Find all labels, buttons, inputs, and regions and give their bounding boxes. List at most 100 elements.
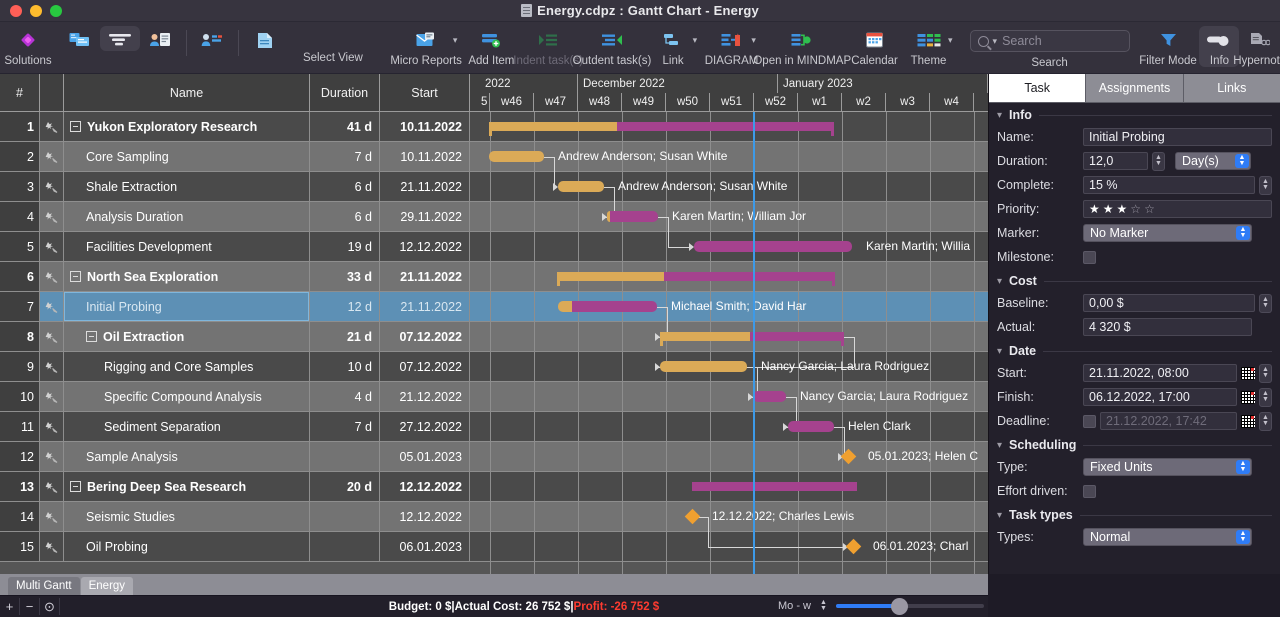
row-name[interactable]: Facilities Development <box>64 232 310 261</box>
gantt-task-bar[interactable] <box>753 391 786 402</box>
row-duration[interactable] <box>310 532 380 561</box>
toolbar-theme[interactable]: Theme ▾ <box>909 26 949 67</box>
expander-icon[interactable] <box>70 271 81 282</box>
name-field[interactable]: Initial Probing <box>1083 128 1272 146</box>
duration-field[interactable]: 12,0 <box>1083 152 1148 170</box>
section-date[interactable]: ▾ Date <box>989 339 1280 361</box>
row-start[interactable]: 06.01.2023 <box>380 532 470 561</box>
row-name[interactable]: North Sea Exploration <box>64 262 310 291</box>
expander-icon[interactable] <box>86 331 97 342</box>
start-stepper[interactable]: ▲▼ <box>1259 364 1272 383</box>
row-name[interactable]: Bering Deep Sea Research <box>64 472 310 501</box>
row-type-icon[interactable] <box>40 202 64 231</box>
deadline-stepper[interactable]: ▲▼ <box>1259 412 1272 431</box>
baseline-stepper[interactable]: ▲▼ <box>1259 294 1272 313</box>
row-start[interactable]: 05.01.2023 <box>380 442 470 471</box>
sheet-options-button[interactable]: ⊙ <box>40 598 60 615</box>
row-start[interactable]: 27.12.2022 <box>380 412 470 441</box>
calendar-picker-icon-start[interactable] <box>1241 367 1255 380</box>
chevron-down-icon-cost[interactable]: ▾ <box>997 276 1002 287</box>
duration-stepper[interactable]: ▲▼ <box>1152 152 1165 171</box>
row-start[interactable]: 21.11.2022 <box>380 292 470 321</box>
gantt-task-bar[interactable] <box>558 301 657 312</box>
marker-select[interactable]: No Marker ▲▼ <box>1083 224 1252 242</box>
section-info[interactable]: ▾ Info <box>989 103 1280 125</box>
finish-stepper[interactable]: ▲▼ <box>1259 388 1272 407</box>
row-name[interactable]: Core Sampling <box>64 142 310 171</box>
row-name[interactable]: Sample Analysis <box>64 442 310 471</box>
row-duration[interactable]: 10 d <box>310 352 380 381</box>
expander-icon[interactable] <box>70 481 81 492</box>
chevron-down-icon-scheduling[interactable]: ▾ <box>997 440 1002 451</box>
row-type-icon[interactable] <box>40 232 64 261</box>
expander-icon[interactable] <box>70 121 81 132</box>
section-scheduling[interactable]: ▾ Scheduling <box>989 433 1280 455</box>
milestone-checkbox[interactable] <box>1083 251 1096 264</box>
row-name[interactable]: Specific Compound Analysis <box>64 382 310 411</box>
toolbar-diagram[interactable]: DIAGRAM ▾ <box>711 26 752 67</box>
toolbar-add-item[interactable]: Add Item <box>471 26 511 67</box>
row-duration[interactable] <box>310 442 380 471</box>
row-name[interactable]: Shale Extraction <box>64 172 310 201</box>
row-name[interactable]: Oil Probing <box>64 532 310 561</box>
row-start[interactable]: 21.12.2022 <box>380 382 470 411</box>
toolbar-solutions[interactable]: Solutions <box>8 26 48 67</box>
row-start[interactable]: 10.11.2022 <box>380 112 470 141</box>
row-start[interactable]: 12.12.2022 <box>380 502 470 531</box>
row-type-icon[interactable] <box>40 532 64 561</box>
toolbar-outdent-task[interactable]: Outdent task(s) <box>585 26 639 67</box>
toolbar-resource-usage[interactable] <box>192 26 232 51</box>
column-header-icon[interactable] <box>40 74 64 111</box>
gantt-task-bar[interactable] <box>607 211 658 222</box>
row-duration[interactable]: 4 d <box>310 382 380 411</box>
row-type-icon[interactable] <box>40 472 64 501</box>
row-name[interactable]: Initial Probing <box>64 292 310 321</box>
baseline-field[interactable]: 0,00 $ <box>1083 294 1255 312</box>
gantt-task-bar[interactable] <box>489 151 544 162</box>
types-select[interactable]: Normal ▲▼ <box>1083 528 1252 546</box>
toolbar-resource-card[interactable] <box>140 26 180 51</box>
toolbar-indent-task[interactable]: Indent task(s) <box>523 26 572 67</box>
column-header-start[interactable]: Start <box>380 74 470 111</box>
toolbar-search[interactable]: ▾ Search Search <box>963 26 1137 69</box>
row-start[interactable]: 29.11.2022 <box>380 202 470 231</box>
deadline-checkbox[interactable] <box>1083 415 1096 428</box>
sheet-tab-energy[interactable]: Energy <box>81 577 133 595</box>
chevron-down-icon-theme[interactable]: ▾ <box>948 35 953 46</box>
gantt-task-bar[interactable] <box>788 421 834 432</box>
row-duration[interactable]: 12 d <box>310 292 380 321</box>
row-name[interactable]: Oil Extraction <box>64 322 310 351</box>
row-start[interactable]: 21.11.2022 <box>380 262 470 291</box>
calendar-picker-icon-deadline[interactable] <box>1241 415 1255 428</box>
row-duration[interactable]: 6 d <box>310 202 380 231</box>
row-name[interactable]: Analysis Duration <box>64 202 310 231</box>
toolbar-calendar[interactable]: Calendar <box>855 26 895 67</box>
finish-field[interactable]: 06.12.2022, 17:00 <box>1083 388 1237 406</box>
chevron-down-icon-info[interactable]: ▾ <box>997 110 1002 121</box>
row-start[interactable]: 07.12.2022 <box>380 352 470 381</box>
tab-links[interactable]: Links <box>1184 74 1280 103</box>
toolbar-split-view[interactable] <box>60 26 100 51</box>
row-type-icon[interactable] <box>40 292 64 321</box>
toolbar-filter-mode[interactable]: Filter Mode <box>1147 26 1190 67</box>
row-type-icon[interactable] <box>40 502 64 531</box>
chevron-down-icon-task-types[interactable]: ▾ <box>997 510 1002 521</box>
chevron-down-icon-diagram[interactable]: ▾ <box>751 35 756 46</box>
row-type-icon[interactable] <box>40 352 64 381</box>
row-start[interactable]: 07.12.2022 <box>380 322 470 351</box>
priority-stars[interactable]: ★★★☆☆ <box>1089 202 1158 216</box>
tab-task[interactable]: Task <box>989 74 1086 103</box>
calendar-picker-icon-finish[interactable] <box>1241 391 1255 404</box>
toolbar-open-in-mindmap[interactable]: Open in MINDMAP <box>770 26 835 67</box>
row-type-icon[interactable] <box>40 172 64 201</box>
search-input[interactable]: ▾ Search <box>970 30 1130 52</box>
column-header-duration[interactable]: Duration <box>310 74 380 111</box>
row-duration[interactable]: 41 d <box>310 112 380 141</box>
row-duration[interactable]: 6 d <box>310 172 380 201</box>
row-duration[interactable]: 19 d <box>310 232 380 261</box>
actual-field[interactable]: 4 320 $ <box>1083 318 1252 336</box>
complete-field[interactable]: 15 % <box>1083 176 1255 194</box>
section-cost[interactable]: ▾ Cost <box>989 269 1280 291</box>
chevron-down-icon[interactable]: ▾ <box>453 35 458 46</box>
section-task-types[interactable]: ▾ Task types <box>989 503 1280 525</box>
